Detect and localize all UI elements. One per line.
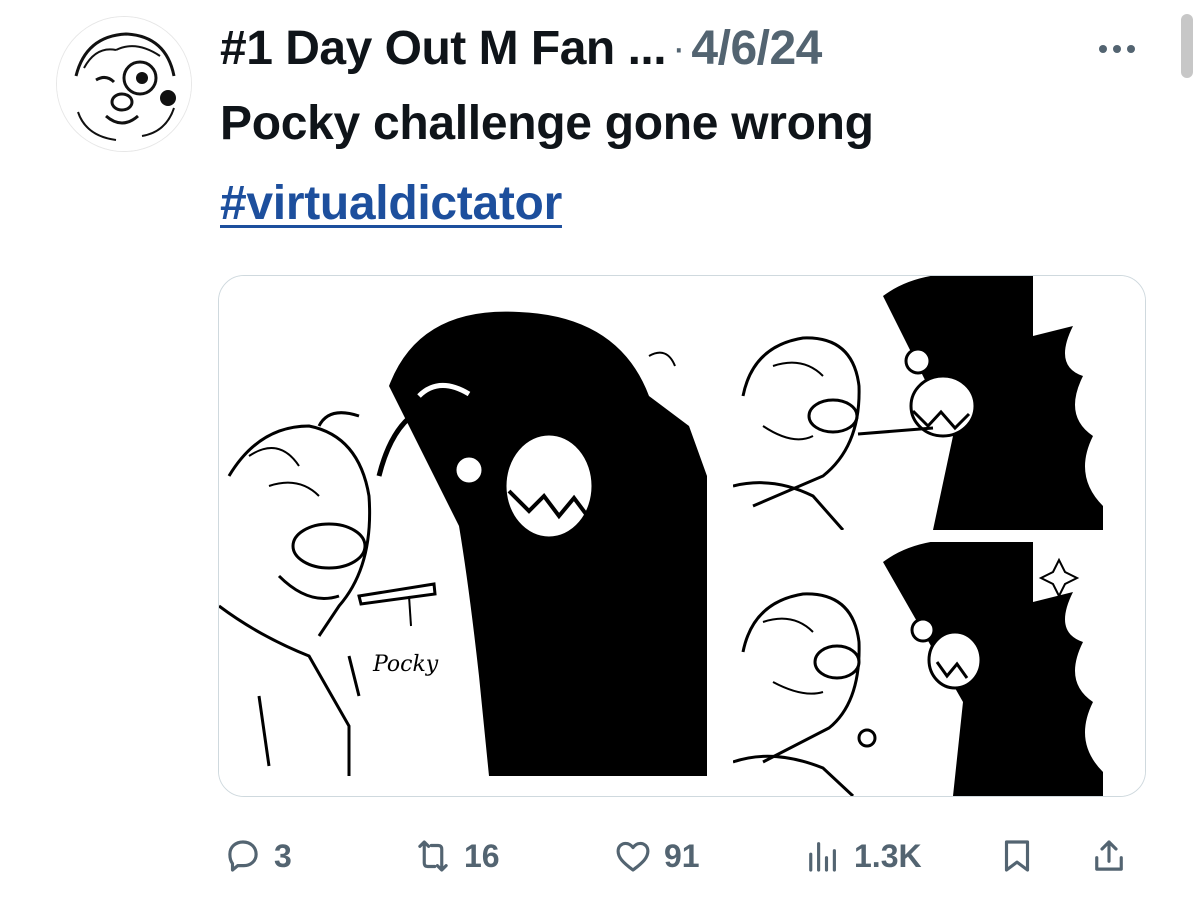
views-count: 1.3K: [854, 837, 922, 874]
views-button[interactable]: 1.3K: [802, 826, 922, 886]
repost-button[interactable]: 16: [412, 826, 500, 886]
reply-button[interactable]: 3: [222, 826, 292, 886]
repost-icon: [418, 840, 448, 872]
author-name[interactable]: #1 Day Out M Fan ...: [220, 21, 667, 76]
tweet-date[interactable]: 4/6/24: [691, 21, 822, 76]
views-icon: [809, 842, 836, 872]
media-grid[interactable]: Pocky: [218, 275, 1146, 797]
more-button[interactable]: [1090, 22, 1144, 76]
media-image-top-right[interactable]: [733, 276, 1145, 530]
more-icon: [1099, 45, 1135, 53]
share-icon: [1095, 840, 1123, 871]
media-image-bottom-right[interactable]: [733, 542, 1145, 796]
tweet-header: #1 Day Out M Fan ... · 4/6/24: [220, 16, 822, 80]
reply-count: 3: [274, 837, 292, 874]
repost-count: 16: [464, 837, 500, 874]
header-separator: ·: [672, 25, 686, 70]
media-image-left[interactable]: Pocky: [219, 276, 707, 796]
reply-icon: [228, 840, 258, 872]
bookmark-button[interactable]: [996, 826, 1038, 886]
tweet-actions: 3 16 91 1.3K: [216, 826, 1146, 886]
pocky-annotation: Pocky: [372, 652, 439, 677]
share-button[interactable]: [1088, 826, 1130, 886]
like-count: 91: [664, 837, 700, 874]
avatar-drawing: [57, 17, 191, 151]
avatar[interactable]: [56, 16, 192, 152]
hashtag-link[interactable]: #virtualdictator: [220, 176, 562, 231]
like-button[interactable]: 91: [612, 826, 700, 886]
tweet-text: Pocky challenge gone wrong: [220, 97, 874, 150]
bookmark-icon: [1004, 840, 1030, 872]
scrollbar[interactable]: [1181, 14, 1193, 78]
heart-icon: [616, 841, 650, 872]
